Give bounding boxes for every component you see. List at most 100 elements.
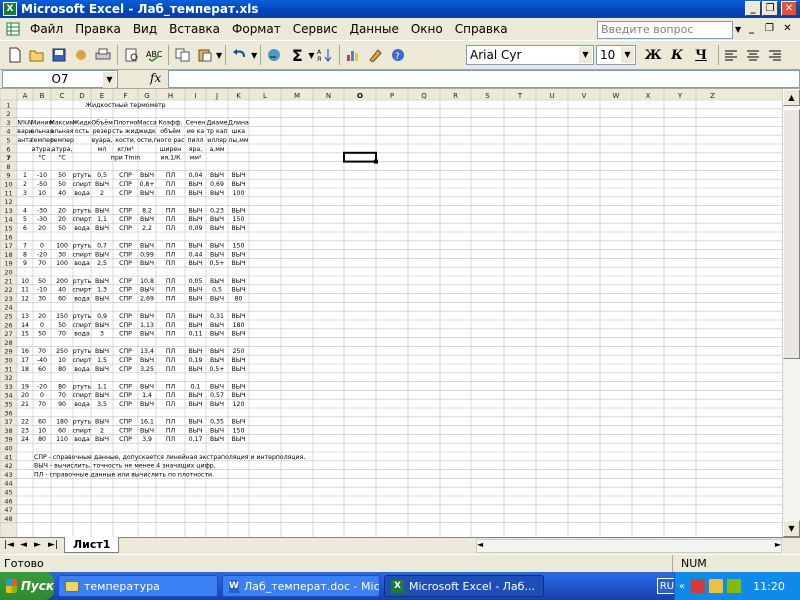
align-center-icon[interactable] [742, 44, 764, 66]
column-header-J[interactable]: J [215, 92, 218, 100]
row-header-44[interactable]: 44 [4, 480, 12, 488]
scroll-right-icon[interactable]: ► [775, 540, 781, 549]
help-dropdown-icon[interactable]: ▼ [735, 25, 741, 34]
row-header-5[interactable]: 5 [6, 137, 10, 145]
column-header-A[interactable]: A [23, 92, 28, 100]
row-header-30[interactable]: 30 [4, 357, 12, 365]
column-header-O[interactable]: O [357, 92, 363, 100]
column-header-Y[interactable]: Y [677, 92, 683, 100]
row-header-29[interactable]: 29 [4, 348, 12, 356]
column-header-N[interactable]: N [326, 92, 331, 100]
column-header-C[interactable]: C [60, 92, 65, 100]
open-icon[interactable] [26, 44, 48, 66]
doc-minimize-button[interactable]: _ [744, 21, 759, 35]
row-header-17[interactable]: 17 [4, 242, 12, 250]
column-header-U[interactable]: U [549, 92, 554, 100]
autosum-icon[interactable]: Σ [286, 44, 308, 66]
last-sheet-icon[interactable]: ►| [48, 540, 58, 550]
menu-data[interactable]: Данные [344, 22, 405, 36]
column-header-K[interactable]: K [236, 92, 241, 100]
prev-sheet-icon[interactable]: ◄ [20, 540, 27, 550]
column-header-M[interactable]: M [294, 92, 300, 100]
new-icon[interactable] [4, 44, 26, 66]
size-dropdown-icon[interactable]: ▼ [621, 47, 634, 63]
restore-button[interactable]: ❐ [762, 1, 778, 16]
hyperlink-icon[interactable] [264, 44, 286, 66]
column-header-I[interactable]: I [194, 92, 196, 100]
cell-grid[interactable]: A B C D E F G H I J K L M N O P Q R S T U V W X Y Z12345678910111… [0, 89, 782, 537]
chart-wizard-icon[interactable] [343, 44, 365, 66]
menu-file[interactable]: Файл [24, 22, 69, 36]
row-header-4[interactable]: 4 [6, 128, 10, 136]
column-header-H[interactable]: H [168, 92, 173, 100]
row-header-8[interactable]: 8 [6, 163, 10, 171]
name-box[interactable]: O7 ▼ [2, 70, 118, 88]
row-header-23[interactable]: 23 [4, 295, 12, 303]
column-header-T[interactable]: T [517, 92, 523, 100]
task-word-document[interactable]: W Лаб_температ.doc - Mic... [222, 575, 380, 597]
column-header-F[interactable]: F [123, 92, 127, 100]
print-preview-icon[interactable] [121, 44, 143, 66]
scroll-thumb[interactable] [783, 109, 800, 359]
next-sheet-icon[interactable]: ► [34, 540, 41, 550]
menu-tools[interactable]: Сервис [287, 22, 344, 36]
row-header-26[interactable]: 26 [4, 321, 12, 329]
tray-network-icon[interactable] [709, 579, 724, 593]
row-header-11[interactable]: 11 [4, 189, 12, 197]
insert-function-icon[interactable]: fx [150, 71, 161, 85]
drawing-icon[interactable] [365, 44, 387, 66]
column-header-X[interactable]: X [646, 92, 651, 100]
worksheet-grid[interactable]: A B C D E F G H I J K L M N O P Q R S T U V W X Y Z 1 2 3 4 5 6 7 8 9 10 11 1… [0, 89, 782, 537]
row-header-19[interactable]: 19 [4, 260, 12, 268]
row-header-14[interactable]: 14 [4, 216, 12, 224]
row-header-47[interactable]: 47 [4, 506, 12, 514]
zoom-icon[interactable]: ? [387, 44, 409, 66]
copy-icon[interactable] [172, 44, 194, 66]
menu-insert[interactable]: Вставка [163, 22, 226, 36]
column-header-V[interactable]: V [582, 92, 587, 100]
row-header-15[interactable]: 15 [4, 225, 12, 233]
help-question-input[interactable]: Введите вопрос [597, 21, 733, 39]
row-header-31[interactable]: 31 [4, 365, 12, 373]
scroll-left-icon[interactable]: ◄ [477, 540, 483, 549]
doc-close-button[interactable]: ✕ [780, 21, 795, 35]
column-header-G[interactable]: G [144, 92, 149, 100]
row-header-22[interactable]: 22 [4, 286, 12, 294]
row-header-38[interactable]: 38 [4, 427, 12, 435]
scroll-down-icon[interactable]: ▼ [783, 520, 800, 537]
menu-help[interactable]: Справка [449, 22, 514, 36]
row-header-21[interactable]: 21 [4, 277, 12, 285]
doc-restore-button[interactable]: ❐ [762, 21, 777, 35]
column-header-Q[interactable]: Q [421, 92, 427, 100]
name-box-dropdown-icon[interactable]: ▼ [103, 72, 116, 88]
save-icon[interactable] [48, 44, 70, 66]
row-header-42[interactable]: 42 [4, 462, 12, 470]
start-button[interactable]: Пуск [0, 572, 54, 600]
menu-edit[interactable]: Правка [69, 22, 127, 36]
undo-dropdown-icon[interactable]: ▼ [251, 51, 257, 60]
column-header-B[interactable]: B [40, 92, 45, 100]
row-header-10[interactable]: 10 [4, 181, 12, 189]
row-header-16[interactable]: 16 [4, 233, 12, 241]
sort-ascending-icon[interactable]: AЯ [314, 44, 336, 66]
row-header-28[interactable]: 28 [4, 339, 12, 347]
row-header-32[interactable]: 32 [4, 374, 12, 382]
menu-window[interactable]: Окно [405, 22, 449, 36]
paste-icon[interactable] [194, 44, 216, 66]
permission-icon[interactable] [70, 44, 92, 66]
row-header-27[interactable]: 27 [4, 330, 12, 338]
row-header-40[interactable]: 40 [4, 445, 12, 453]
first-sheet-icon[interactable]: |◄ [4, 540, 14, 550]
row-header-3[interactable]: 3 [6, 119, 10, 127]
row-header-6[interactable]: 6 [6, 145, 10, 153]
row-header-2[interactable]: 2 [6, 110, 10, 118]
row-header-18[interactable]: 18 [4, 251, 12, 259]
row-header-20[interactable]: 20 [4, 269, 12, 277]
column-header-R[interactable]: R [453, 92, 458, 100]
font-size-select[interactable]: 10 ▼ [596, 45, 636, 65]
row-header-35[interactable]: 35 [4, 401, 12, 409]
underline-button[interactable]: Ч [690, 44, 712, 66]
vertical-scrollbar[interactable]: ▲ ▼ [782, 89, 800, 537]
paste-dropdown-icon[interactable]: ▼ [216, 51, 222, 60]
row-header-48[interactable]: 48 [4, 515, 12, 523]
